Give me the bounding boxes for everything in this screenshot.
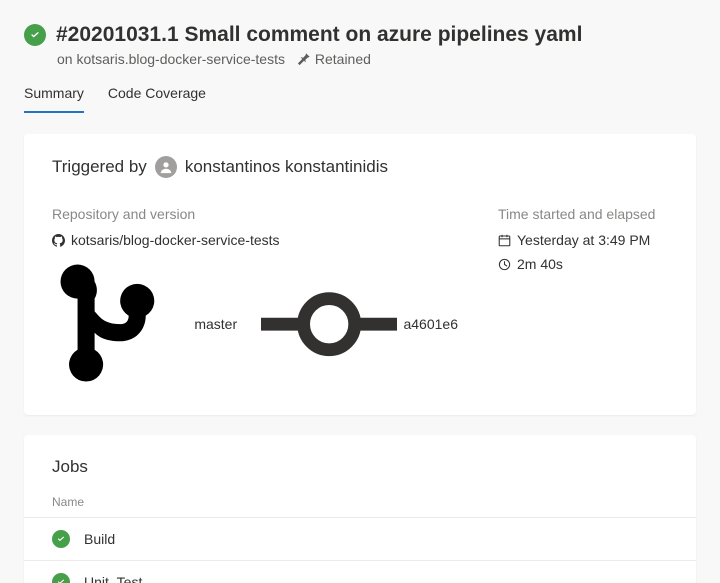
clock-icon	[498, 258, 511, 271]
repo-info: Repository and version kotsaris/blog-doc…	[52, 206, 458, 392]
job-name: Build	[84, 531, 115, 547]
retained-label: Retained	[315, 51, 371, 67]
jobs-title: Jobs	[52, 457, 668, 477]
commit-sha[interactable]: a4601e6	[403, 316, 458, 332]
pipeline-summary-page: #20201031.1 Small comment on azure pipel…	[0, 0, 720, 583]
tab-summary[interactable]: Summary	[24, 85, 84, 113]
jobs-col-name: Name	[52, 495, 668, 509]
time-started-value: Yesterday at 3:49 PM	[517, 232, 650, 248]
success-icon	[24, 24, 46, 46]
jobs-header: Jobs Name	[24, 435, 696, 517]
page-title: #20201031.1 Small comment on azure pipel…	[56, 22, 582, 47]
repo-name: kotsaris/blog-docker-service-tests	[71, 232, 280, 248]
jobs-card: Jobs Name Build Unit_Test Service_Test	[24, 435, 696, 583]
calendar-icon	[498, 234, 511, 247]
info-grid: Repository and version kotsaris/blog-doc…	[52, 206, 668, 392]
job-row[interactable]: Unit_Test	[24, 560, 696, 583]
tabs: Summary Code Coverage	[0, 67, 720, 114]
job-name: Unit_Test	[84, 574, 142, 583]
time-heading: Time started and elapsed	[498, 206, 668, 222]
branch-icon	[52, 256, 188, 392]
time-elapsed-line: 2m 40s	[498, 256, 668, 272]
triggered-by-label: Triggered by	[52, 157, 147, 177]
commit-icon	[261, 256, 397, 392]
time-info: Time started and elapsed Yesterday at 3:…	[498, 206, 668, 392]
repo-line[interactable]: kotsaris/blog-docker-service-tests	[52, 232, 458, 248]
github-icon	[52, 234, 65, 247]
avatar	[155, 156, 177, 178]
pipeline-source-label: on kotsaris.blog-docker-service-tests	[57, 51, 285, 67]
title-row: #20201031.1 Small comment on azure pipel…	[24, 22, 696, 47]
repo-heading: Repository and version	[52, 206, 458, 222]
branch-name[interactable]: master	[194, 316, 237, 332]
trigger-info-card: Triggered by konstantinos konstantinidis…	[24, 134, 696, 414]
subtitle-row: on kotsaris.blog-docker-service-tests Re…	[24, 51, 696, 67]
triggered-by-user[interactable]: konstantinos konstantinidis	[185, 157, 388, 177]
triggered-by-row: Triggered by konstantinos konstantinidis	[52, 156, 668, 178]
job-row[interactable]: Build	[24, 517, 696, 560]
tab-code-coverage[interactable]: Code Coverage	[108, 85, 206, 113]
time-started-line: Yesterday at 3:49 PM	[498, 232, 668, 248]
time-elapsed-value: 2m 40s	[517, 256, 563, 272]
branch-commit-line: master a4601e6	[52, 256, 458, 392]
success-icon	[52, 530, 70, 548]
retained-chip: Retained	[297, 51, 371, 67]
success-icon	[52, 573, 70, 583]
pin-icon	[297, 51, 315, 67]
page-header: #20201031.1 Small comment on azure pipel…	[0, 0, 720, 67]
